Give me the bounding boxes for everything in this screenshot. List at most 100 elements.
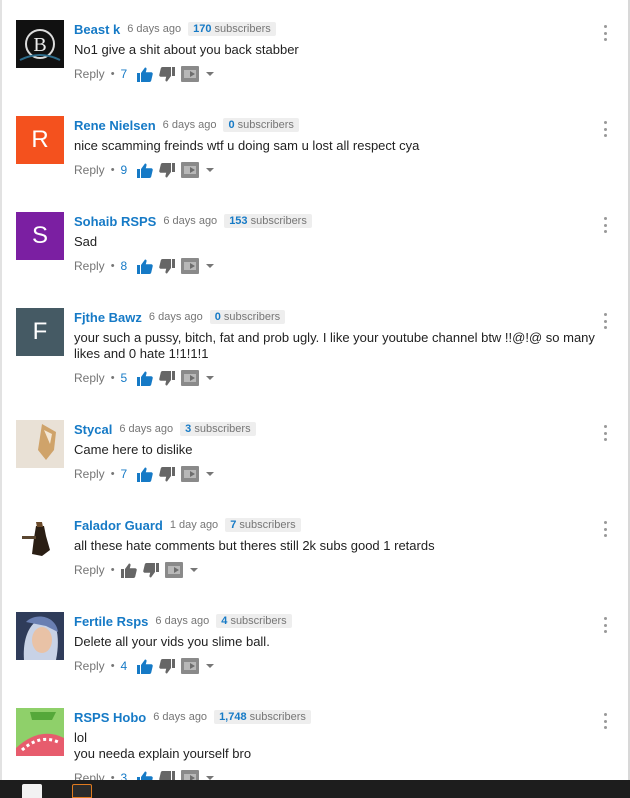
thumbs-down-icon[interactable]	[159, 66, 176, 82]
comment-actions: Reply • 3	[74, 770, 604, 780]
separator-dot: •	[110, 68, 115, 80]
share-icon[interactable]	[164, 562, 183, 578]
reply-button[interactable]: Reply	[74, 659, 105, 673]
more-vertical-icon[interactable]	[602, 121, 608, 137]
more-vertical-icon[interactable]	[602, 313, 608, 329]
thumbs-up-icon[interactable]	[120, 563, 137, 578]
thumbs-down-icon[interactable]	[159, 658, 176, 674]
like-count: 7	[120, 467, 128, 481]
author-name[interactable]: Stycal	[74, 422, 112, 437]
more-vertical-icon[interactable]	[602, 425, 608, 441]
comment-header: Fjthe Bawz 6 days ago 0 subscribers	[74, 308, 604, 326]
comment-list: B Beast k 6 days ago 170 subscribers No1…	[0, 0, 630, 780]
thumbs-up-icon[interactable]	[137, 659, 153, 674]
caret-down-icon[interactable]	[205, 661, 215, 671]
more-vertical-icon[interactable]	[602, 217, 608, 233]
caret-down-icon[interactable]	[205, 69, 215, 79]
comment-timestamp[interactable]: 6 days ago	[127, 23, 181, 35]
comment-header: RSPS Hobo 6 days ago 1,748 subscribers	[74, 708, 604, 726]
subscriber-label: subscribers	[194, 423, 251, 435]
thumbs-down-icon[interactable]	[159, 162, 176, 178]
comment-text: Delete all your vids you slime ball.	[74, 634, 270, 649]
comment-header: Falador Guard 1 day ago 7 subscribers	[74, 516, 604, 534]
thumbs-down-icon[interactable]	[142, 562, 159, 578]
thumbs-up-icon[interactable]	[137, 163, 153, 178]
avatar[interactable]: F	[16, 308, 64, 356]
reply-button[interactable]: Reply	[74, 771, 105, 780]
share-icon[interactable]	[181, 658, 200, 674]
taskbar-app-icon[interactable]	[72, 784, 92, 798]
avatar[interactable]	[16, 708, 64, 756]
like-count: 5	[120, 371, 128, 385]
avatar[interactable]: S	[16, 212, 64, 260]
comment-timestamp[interactable]: 6 days ago	[155, 615, 209, 627]
caret-down-icon[interactable]	[189, 565, 199, 575]
caret-down-icon[interactable]	[205, 469, 215, 479]
caret-down-icon[interactable]	[205, 261, 215, 271]
thumbs-up-icon[interactable]	[137, 467, 153, 482]
like-count: 8	[120, 259, 128, 273]
author-name[interactable]: Fjthe Bawz	[74, 310, 142, 325]
thumbs-down-icon[interactable]	[159, 258, 176, 274]
caret-down-icon[interactable]	[205, 373, 215, 383]
author-name[interactable]: Fertile Rsps	[74, 614, 148, 629]
share-icon[interactable]	[181, 66, 200, 82]
reply-button[interactable]: Reply	[74, 67, 105, 81]
subscriber-label: subscribers	[214, 23, 271, 35]
more-vertical-icon[interactable]	[602, 25, 608, 41]
reply-button[interactable]: Reply	[74, 371, 105, 385]
share-icon[interactable]	[181, 370, 200, 386]
taskbar-app-icon[interactable]	[22, 784, 42, 798]
comment-timestamp[interactable]: 6 days ago	[149, 311, 203, 323]
comment-body: Fjthe Bawz 6 days ago 0 subscribers your…	[74, 308, 604, 386]
author-name[interactable]: RSPS Hobo	[74, 710, 146, 725]
separator-dot: •	[110, 468, 115, 480]
subscriber-label: subscribers	[230, 615, 287, 627]
share-icon[interactable]	[181, 162, 200, 178]
subscriber-label: subscribers	[239, 519, 296, 531]
avatar[interactable]	[16, 420, 64, 468]
comment-text: all these hate comments but theres still…	[74, 538, 435, 553]
share-icon[interactable]	[181, 258, 200, 274]
thumbs-down-icon[interactable]	[159, 370, 176, 386]
avatar[interactable]: R	[16, 116, 64, 164]
author-name[interactable]: Rene Nielsen	[74, 118, 156, 133]
more-vertical-icon[interactable]	[602, 617, 608, 633]
caret-down-icon[interactable]	[205, 165, 215, 175]
svg-text:B: B	[33, 34, 46, 56]
thumbs-down-icon[interactable]	[159, 770, 176, 780]
comment-timestamp[interactable]: 6 days ago	[153, 711, 207, 723]
caret-down-icon[interactable]	[205, 773, 215, 780]
reply-button[interactable]: Reply	[74, 163, 105, 177]
subscriber-count: 3	[185, 423, 192, 435]
avatar[interactable]	[16, 516, 64, 564]
comment-body: Stycal 6 days ago 3 subscribers Came her…	[74, 420, 604, 482]
subscriber-badge: 0 subscribers	[223, 118, 299, 132]
comment-actions: Reply • 7	[74, 66, 604, 82]
thumbs-up-icon[interactable]	[137, 371, 153, 386]
subscriber-count: 0	[214, 311, 221, 323]
comment-timestamp[interactable]: 6 days ago	[163, 119, 217, 131]
reply-button[interactable]: Reply	[74, 467, 105, 481]
reply-button[interactable]: Reply	[74, 259, 105, 273]
share-icon[interactable]	[181, 466, 200, 482]
comment-timestamp[interactable]: 6 days ago	[119, 423, 173, 435]
thumbs-up-icon[interactable]	[137, 67, 153, 82]
avatar[interactable]	[16, 612, 64, 660]
thumbs-down-icon[interactable]	[159, 466, 176, 482]
avatar[interactable]: B	[16, 20, 64, 68]
more-vertical-icon[interactable]	[602, 713, 608, 729]
author-name[interactable]: Beast k	[74, 22, 120, 37]
subscriber-badge: 3 subscribers	[180, 422, 256, 436]
author-name[interactable]: Sohaib RSPS	[74, 214, 156, 229]
comment-timestamp[interactable]: 6 days ago	[163, 215, 217, 227]
thumbs-up-icon[interactable]	[137, 771, 153, 780]
reply-button[interactable]: Reply	[74, 563, 105, 577]
share-icon[interactable]	[181, 770, 200, 780]
thumbs-up-icon[interactable]	[137, 259, 153, 274]
comment-timestamp[interactable]: 1 day ago	[170, 519, 218, 531]
separator-dot: •	[110, 260, 115, 272]
more-vertical-icon[interactable]	[602, 521, 608, 537]
subscriber-label: subscribers	[249, 711, 306, 723]
author-name[interactable]: Falador Guard	[74, 518, 163, 533]
